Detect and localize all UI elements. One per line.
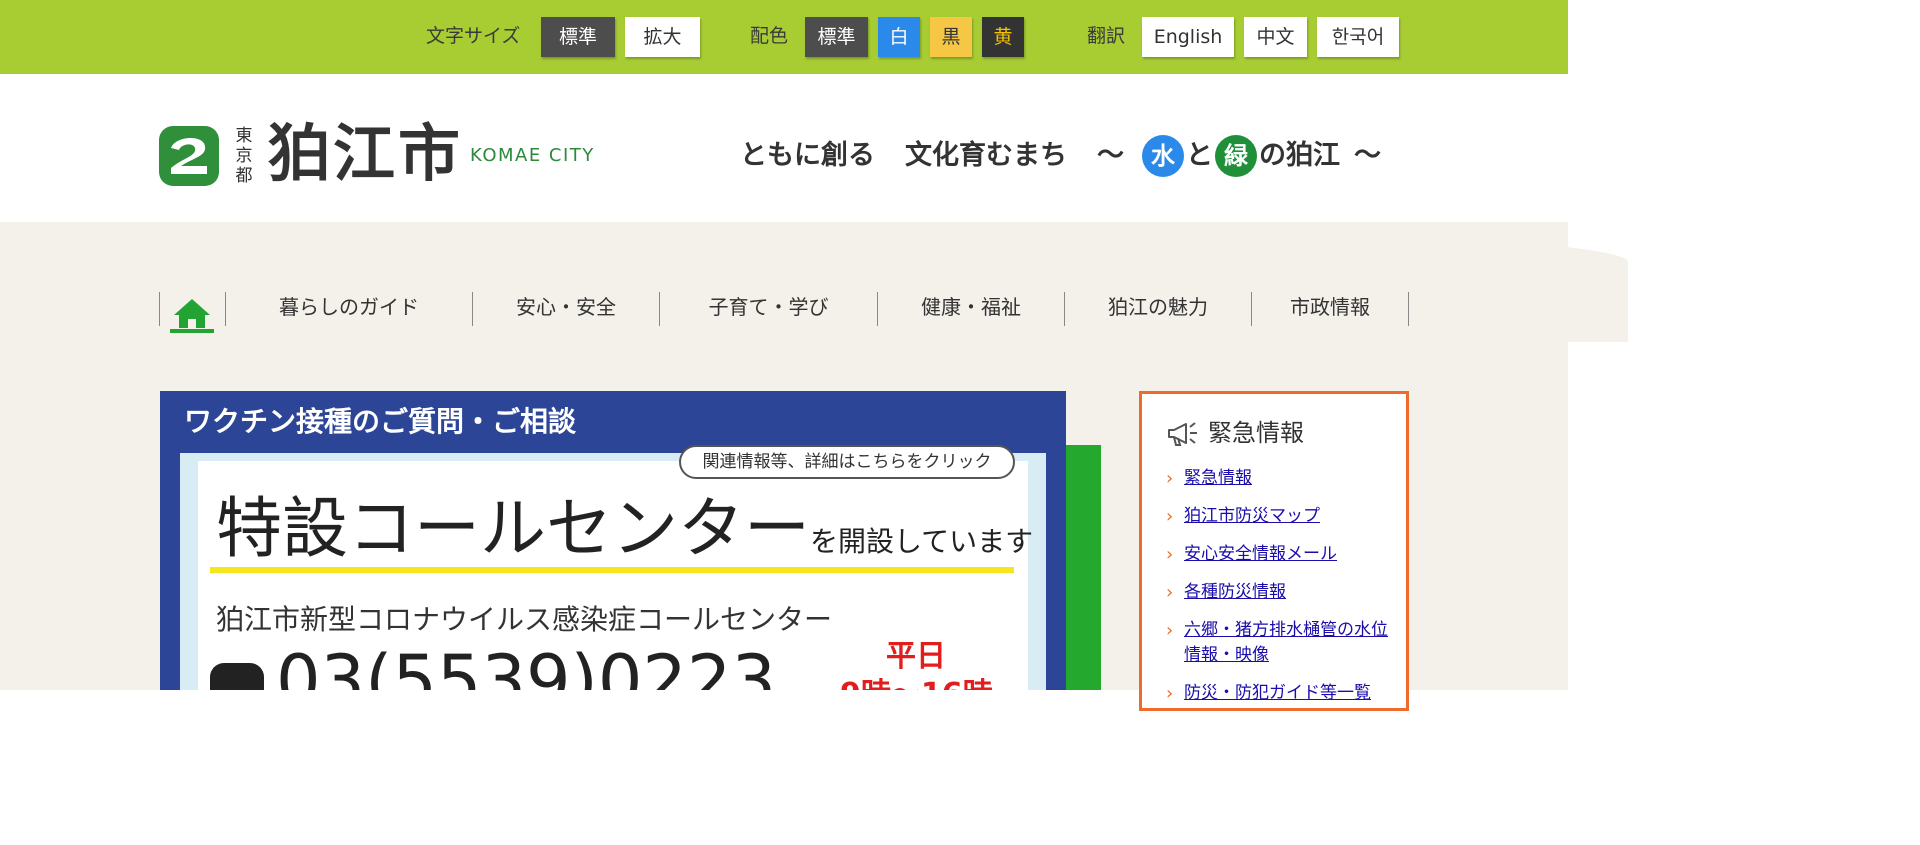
logo-pref-char: 東 [235,126,253,146]
banner-hours: 9時〜16時 [840,677,993,690]
color-standard-button[interactable]: 標準 [805,17,868,57]
nav-item-safety[interactable]: 安心・安全 [473,292,659,326]
green-circle-icon: 緑 [1215,135,1257,177]
city-emblem-icon[interactable] [159,126,219,186]
color-white-button[interactable]: 白 [878,17,920,57]
logo-prefecture: 東 京 都 [234,126,254,186]
slogan-tilde-open: 〜 [1097,140,1124,171]
slogan-suffix: の狛江 [1259,140,1340,171]
banner-weekday: 平日 [886,639,946,674]
emergency-link-list: 緊急情報 狛江市防災マップ 安心安全情報メール 各種防災情報 六郷・猪方排水樋管… [1166,466,1392,719]
megaphone-icon [1168,422,1197,446]
font-size-standard-button[interactable]: 標準 [541,17,615,57]
language-korean-button[interactable]: 한국어 [1317,17,1399,57]
translate-label: 翻訳 [1087,25,1126,47]
banner-center-name: 狛江市新型コロナウイルス感染症コールセンター [216,603,833,636]
nav-item-komae-charm[interactable]: 狛江の魅力 [1065,292,1251,326]
disaster-info-link[interactable]: 各種防災情報 [1184,582,1286,602]
phone-icon [210,662,264,690]
city-slogan: ともに創る 文化育むまち 〜 水 と 緑 の狛江 〜 [740,134,1381,178]
vaccine-call-center-banner[interactable]: ワクチン接種のご質問・ご相談 関連情報等、詳細はこちらをクリック 特設コールセン… [160,391,1066,690]
list-item: 緊急情報 [1166,466,1392,491]
nav-divider [1408,292,1409,326]
font-size-large-button[interactable]: 拡大 [625,17,700,57]
emergency-title: 緊急情報 [1208,419,1304,447]
logo-pref-char: 都 [235,166,253,186]
list-item: 狛江市防災マップ [1166,504,1392,529]
nav-item-childcare-learning[interactable]: 子育て・学び [660,292,877,326]
list-item: 防災・防犯ガイド等一覧 [1166,681,1392,706]
nav-item-city-administration[interactable]: 市政情報 [1252,292,1408,326]
nav-item-living-guide[interactable]: 暮らしのガイド [226,292,472,326]
site-logo-english: KOMAE CITY [470,145,595,166]
banner-phone-text: 03(5539)0223 [276,640,776,690]
guide-list-link[interactable]: 防災・防犯ガイド等一覧 [1184,683,1371,703]
color-yellow-button[interactable]: 黄 [982,17,1024,57]
water-circle-icon: 水 [1142,135,1184,177]
banner-details-pill[interactable]: 関連情報等、詳細はこちらをクリック [679,445,1015,479]
banner-underline [210,567,1014,573]
list-item: 安心安全情報メール [1166,542,1392,567]
emergency-info-panel: 緊急情報 緊急情報 狛江市防災マップ 安心安全情報メール 各種防災情報 六郷・猪… [1139,391,1409,711]
banner-headline-suffix: を開設しています [810,525,1034,558]
safety-mail-link[interactable]: 安心安全情報メール [1184,544,1337,564]
nav-divider [159,292,160,326]
site-logo-name[interactable]: 狛江市 [268,118,463,190]
list-item: 各種防災情報 [1166,580,1392,605]
logo-pref-char: 京 [235,146,253,166]
banner-title: ワクチン接種のご質問・ご相談 [184,405,577,438]
slogan-part1: ともに創る [740,140,875,171]
nav-item-health-welfare[interactable]: 健康・福祉 [878,292,1064,326]
global-nav: 暮らしのガイド 安心・安全 子育て・学び 健康・福祉 狛江の魅力 市政情報 [159,292,1409,333]
emergency-header: 緊急情報 [1166,416,1304,450]
utility-bar: 文字サイズ 標準 拡大 配色 標準 白 黒 黄 翻訳 English 中文 한국… [0,0,1568,74]
font-size-label: 文字サイズ [426,25,521,47]
banner-headline-main: 特設コールセンター [216,490,810,567]
emergency-link[interactable]: 緊急情報 [1184,468,1252,488]
language-english-button[interactable]: English [1142,17,1234,57]
home-active-indicator [170,329,214,333]
home-icon[interactable] [170,292,214,334]
list-item: 六郷・猪方排水樋管の水位情報・映像 [1166,618,1392,668]
color-black-button[interactable]: 黒 [930,17,972,57]
water-level-link[interactable]: 六郷・猪方排水樋管の水位情報・映像 [1184,620,1388,665]
slogan-tilde-close: 〜 [1354,140,1381,171]
slogan-part2: 文化育むまち [905,140,1067,171]
language-chinese-button[interactable]: 中文 [1244,17,1307,57]
slogan-to: と [1186,140,1213,171]
disaster-map-link[interactable]: 狛江市防災マップ [1184,506,1320,526]
color-scheme-label: 配色 [750,25,789,47]
banner-phone-number: 03(5539)0223 [210,641,776,690]
